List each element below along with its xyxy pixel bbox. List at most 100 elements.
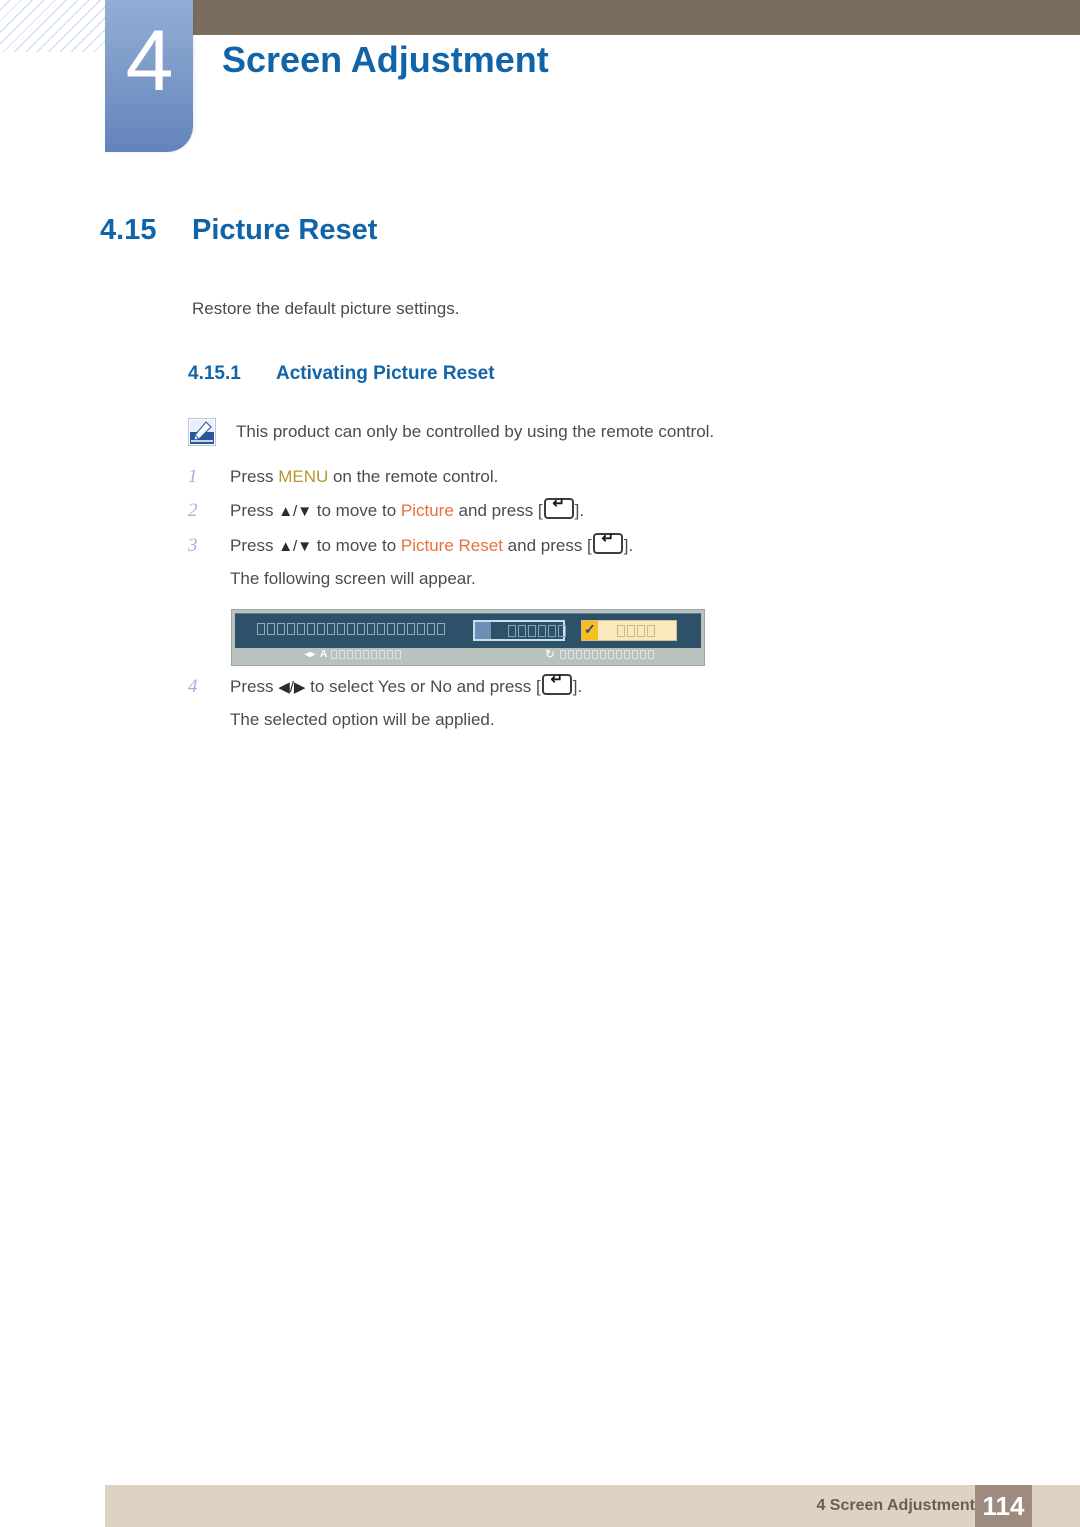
placeholder-glyph bbox=[600, 650, 607, 659]
placeholder-glyph bbox=[307, 623, 315, 635]
placeholder-glyph bbox=[568, 650, 575, 659]
osd-yes-glyphs bbox=[617, 624, 655, 637]
up-down-arrow-icon: ▲/▼ bbox=[278, 503, 313, 520]
step-text-post: on the remote control. bbox=[328, 467, 499, 486]
section-title: Picture Reset bbox=[192, 214, 378, 246]
section-intro-text: Restore the default picture settings. bbox=[192, 299, 460, 318]
step-number: 4 bbox=[188, 676, 198, 697]
chapter-number: 4 bbox=[125, 13, 174, 109]
step-text-mid: to move to bbox=[312, 536, 401, 555]
placeholder-glyph bbox=[616, 650, 623, 659]
osd-title-glyphs bbox=[257, 623, 445, 635]
footer-chapter-label: 4 Screen Adjustment bbox=[816, 1497, 975, 1514]
placeholder-glyph bbox=[371, 650, 378, 659]
left-right-arrow-icon: ◂▸ bbox=[305, 649, 316, 660]
placeholder-glyph bbox=[257, 623, 265, 635]
chapter-badge: 4 bbox=[105, 0, 193, 152]
return-arrow-icon: ↻ bbox=[545, 647, 556, 661]
osd-panel bbox=[235, 613, 701, 648]
step-text-post: and press [ bbox=[453, 501, 543, 520]
osd-no-swatch bbox=[475, 622, 491, 639]
list-item: 3 Press ▲/▼ to move to Picture Reset and… bbox=[188, 530, 948, 560]
placeholder-glyph bbox=[624, 650, 631, 659]
osd-no-glyphs bbox=[508, 624, 566, 637]
placeholder-glyph bbox=[640, 650, 647, 659]
pen-glyph bbox=[189, 419, 215, 445]
osd-footer-right: ↻ bbox=[545, 647, 655, 661]
header-brown-bar bbox=[193, 0, 1080, 35]
placeholder-glyph bbox=[339, 650, 346, 659]
note-block: This product can only be controlled by u… bbox=[188, 418, 888, 446]
enter-key-icon bbox=[541, 671, 572, 695]
left-right-arrow-icon: ◀/▶ bbox=[278, 679, 306, 696]
placeholder-glyph bbox=[267, 623, 275, 635]
placeholder-glyph bbox=[528, 624, 536, 637]
step-text: Press MENU on the remote control. bbox=[230, 463, 498, 490]
placeholder-glyph bbox=[407, 623, 415, 635]
list-item: 1 Press MENU on the remote control. bbox=[188, 463, 948, 490]
step-highlight-picture-reset: Picture Reset bbox=[400, 536, 503, 555]
step-number: 3 bbox=[188, 535, 198, 556]
osd-button-yes[interactable] bbox=[581, 619, 677, 641]
placeholder-glyph bbox=[617, 624, 625, 637]
placeholder-glyph bbox=[576, 650, 583, 659]
osd-footer-left-glyphs bbox=[331, 650, 402, 659]
subsection-heading: 4.15.1 Activating Picture Reset bbox=[188, 361, 495, 387]
step-number: 2 bbox=[188, 500, 198, 521]
placeholder-glyph bbox=[297, 623, 305, 635]
placeholder-glyph bbox=[357, 623, 365, 635]
placeholder-glyph bbox=[592, 650, 599, 659]
placeholder-glyph bbox=[337, 623, 345, 635]
placeholder-glyph bbox=[363, 650, 370, 659]
step-subtext: The selected option will be applied. bbox=[230, 710, 495, 729]
step-text-pre: Press bbox=[230, 536, 279, 555]
placeholder-glyph bbox=[627, 624, 635, 637]
placeholder-glyph bbox=[558, 624, 566, 637]
placeholder-glyph bbox=[387, 650, 394, 659]
placeholder-glyph bbox=[367, 623, 375, 635]
note-text: This product can only be controlled by u… bbox=[236, 422, 715, 441]
page-header: 4 Screen Adjustment bbox=[0, 0, 1080, 160]
step-number: 1 bbox=[188, 466, 198, 487]
placeholder-glyph bbox=[317, 623, 325, 635]
placeholder-glyph bbox=[584, 650, 591, 659]
osd-footer-right-glyphs bbox=[560, 650, 655, 659]
decorative-hatch-pattern bbox=[0, 0, 110, 52]
osd-footer-left: ◂▸ A bbox=[305, 648, 402, 661]
step-text-mid: to move to bbox=[312, 501, 401, 520]
osd-button-no[interactable] bbox=[473, 620, 566, 641]
step-text-post: and press [ bbox=[502, 536, 592, 555]
enter-key-icon bbox=[543, 495, 574, 519]
osd-screenshot: ◂▸ A ↻ bbox=[231, 609, 705, 666]
step-text: Press ◀/▶ to select Yes or No and press … bbox=[230, 671, 583, 701]
step-text-pre: Press bbox=[230, 501, 279, 520]
placeholder-glyph bbox=[377, 623, 385, 635]
page-number: 114 bbox=[975, 1485, 1032, 1527]
step-text: Press ▲/▼ to move to Picture Reset and p… bbox=[230, 530, 634, 560]
step-text-pre: Press bbox=[230, 677, 279, 696]
osd-footer-bar: ◂▸ A ↻ bbox=[235, 648, 701, 661]
placeholder-glyph bbox=[331, 650, 338, 659]
step-subtext: The following screen will appear. bbox=[230, 569, 476, 588]
placeholder-glyph bbox=[355, 650, 362, 659]
placeholder-glyph bbox=[277, 623, 285, 635]
step-highlight-menu: MENU bbox=[278, 467, 329, 486]
step-highlight-picture: Picture bbox=[400, 501, 454, 520]
up-down-arrow-icon: ▲/▼ bbox=[278, 538, 313, 555]
steps-list: 1 Press MENU on the remote control. 2 Pr… bbox=[188, 463, 948, 740]
placeholder-glyph bbox=[648, 650, 655, 659]
placeholder-glyph bbox=[347, 650, 354, 659]
placeholder-glyph bbox=[637, 624, 645, 637]
step-text: Press ▲/▼ to move to Picture and press [… bbox=[230, 495, 584, 525]
placeholder-glyph bbox=[427, 623, 435, 635]
section-heading: 4.15 Picture Reset bbox=[100, 212, 377, 248]
step-text-tail: ]. bbox=[572, 677, 583, 696]
chapter-title: Screen Adjustment bbox=[222, 39, 549, 80]
step-text-tail: ]. bbox=[623, 536, 634, 555]
placeholder-glyph bbox=[560, 650, 567, 659]
placeholder-glyph bbox=[632, 650, 639, 659]
page-footer: 4 Screen Adjustment 114 bbox=[105, 1485, 1080, 1527]
list-item: 4 Press ◀/▶ to select Yes or No and pres… bbox=[188, 671, 948, 701]
placeholder-glyph bbox=[647, 624, 655, 637]
step-text-pre: Press bbox=[230, 467, 279, 486]
